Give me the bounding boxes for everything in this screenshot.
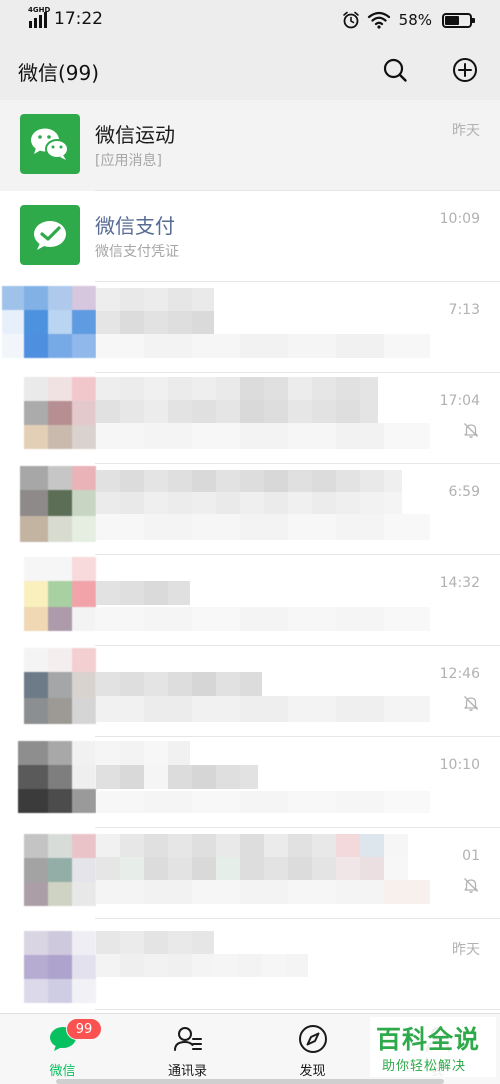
page-title: 微信(99) [18, 61, 100, 85]
wifi-icon [367, 11, 390, 29]
tab-contacts[interactable]: 通讯录 [125, 1014, 250, 1084]
chat-name: 微信支付 [95, 214, 175, 238]
search-button[interactable] [379, 54, 411, 86]
mute-bell-icon [462, 421, 480, 439]
chat-row-wechat-pay[interactable]: 微信支付 微信支付凭证 10:09 [0, 191, 500, 282]
avatar-obscured [20, 466, 96, 542]
avatar-obscured [2, 286, 96, 358]
name-obscured [96, 834, 408, 880]
avatar-obscured [24, 557, 96, 631]
name-obscured [96, 288, 214, 334]
watermark-logo: 百科全说 助你轻松解决 [370, 1017, 496, 1077]
compass-icon [297, 1023, 329, 1055]
avatar-obscured [24, 834, 96, 906]
preview-obscured [96, 607, 430, 631]
tab-chats[interactable]: 99 微信 [0, 1014, 125, 1084]
chat-time: 14:32 [439, 575, 480, 591]
chat-row[interactable]: 14:32 [0, 555, 500, 646]
preview-obscured [96, 334, 430, 358]
battery-fill [445, 15, 459, 25]
avatar-obscured [24, 931, 96, 1003]
chat-row[interactable]: 昨天 [0, 919, 500, 1010]
name-obscured [96, 581, 190, 605]
status-right-group: 58% [341, 8, 475, 32]
status-bar: 4GHD 17:22 58% [0, 0, 500, 40]
chat-time: 10:09 [439, 211, 480, 227]
chat-time: 01 [462, 848, 480, 864]
tab-label: 通讯录 [167, 1064, 207, 1079]
alarm-icon [342, 11, 359, 29]
preview-obscured [96, 696, 430, 722]
name-obscured [96, 377, 378, 423]
chat-row[interactable]: 12:46 [0, 646, 500, 737]
chat-time: 昨天 [452, 123, 480, 139]
chat-row[interactable]: 17:04 [0, 373, 500, 464]
wechat-pay-icon [34, 221, 66, 250]
avatar-obscured [18, 741, 96, 813]
chat-row[interactable]: 6:59 [0, 464, 500, 555]
name-obscured [96, 931, 214, 977]
chat-time: 17:04 [439, 393, 480, 409]
preview-obscured [96, 423, 430, 449]
search-icon [383, 58, 407, 82]
preview-obscured [214, 954, 308, 977]
watermark-title: 百科全说 [376, 1025, 481, 1054]
name-obscured-top [96, 741, 190, 765]
battery-icon [442, 12, 475, 28]
avatar [20, 114, 80, 174]
top-app-bar: 微信(99) [0, 40, 500, 100]
chat-time: 6:59 [448, 484, 480, 500]
tab-label: 微信 [49, 1064, 76, 1079]
chat-row[interactable]: 10:10 [0, 737, 500, 828]
chat-preview: [应用消息] [95, 153, 162, 169]
chat-time: 10:10 [439, 757, 480, 773]
chat-time: 12:46 [439, 666, 480, 682]
chat-preview: 微信支付凭证 [95, 244, 179, 260]
avatar-obscured [24, 648, 96, 724]
add-button[interactable] [449, 54, 481, 86]
name-obscured [96, 470, 402, 514]
plus-circle-icon [453, 58, 477, 82]
unread-badge: 99 [66, 1018, 102, 1040]
chat-list: 微信运动 [应用消息] 昨天 微信支付 微信支付凭证 10:09 7:13 17… [0, 100, 500, 1010]
preview-obscured [96, 880, 430, 904]
tab-label: 发现 [299, 1064, 326, 1079]
preview-obscured [96, 791, 430, 813]
mute-bell-icon [462, 876, 480, 894]
tab-discover[interactable]: 发现 [250, 1014, 375, 1084]
signal-icon [29, 12, 47, 28]
avatar-obscured [24, 377, 96, 449]
wechat-chat-list-screen: 4GHD 17:22 58% 微信(99) 微信运动 [应用消息] 昨天 微信支… [0, 0, 500, 1084]
preview-obscured [96, 514, 430, 540]
battery-percent: 58% [398, 11, 432, 29]
home-gesture-bar[interactable] [56, 1079, 444, 1084]
chat-name: 微信运动 [95, 123, 175, 147]
avatar [20, 205, 80, 265]
chat-row[interactable]: 7:13 [0, 282, 500, 373]
chat-row[interactable]: 01 [0, 828, 500, 919]
chat-time: 7:13 [448, 302, 480, 318]
chat-row-wechat-sport[interactable]: 微信运动 [应用消息] 昨天 [0, 100, 500, 191]
contacts-icon [172, 1023, 204, 1055]
name-obscured [96, 672, 262, 696]
mute-bell-icon [462, 694, 480, 712]
name-obscured [96, 765, 258, 789]
watermark-subtitle: 助你轻松解决 [382, 1059, 467, 1074]
clock-time: 17:22 [54, 9, 103, 29]
wechat-sport-icon [31, 128, 69, 160]
chat-time: 昨天 [452, 942, 480, 958]
